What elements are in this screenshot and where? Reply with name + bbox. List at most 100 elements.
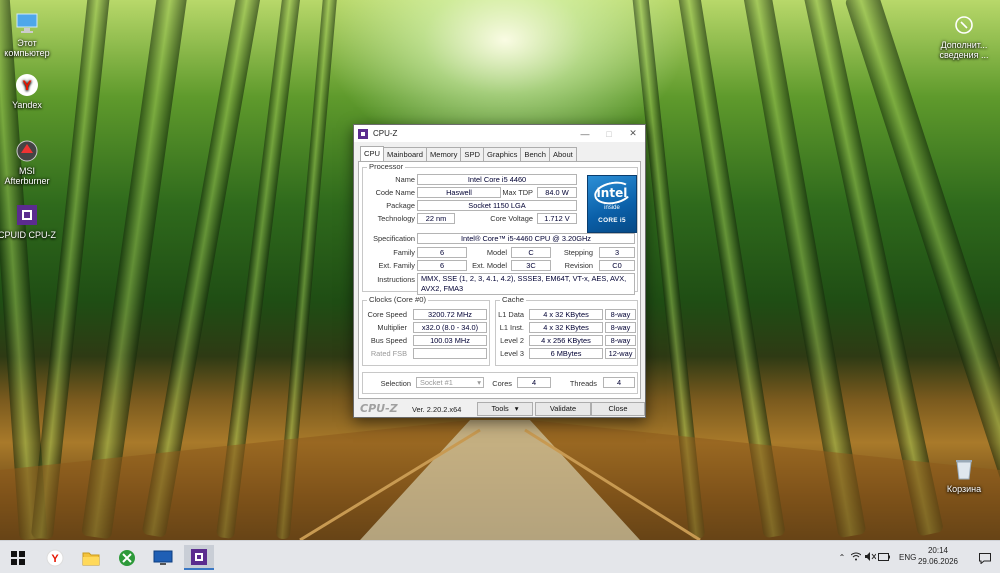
selection-label: Selection bbox=[380, 379, 411, 388]
desktop-icon-yandex[interactable]: Y Yandex bbox=[0, 72, 57, 110]
tools-button-label: Tools bbox=[491, 404, 509, 413]
level2-way: 8-way bbox=[605, 335, 636, 346]
tab-bench[interactable]: Bench bbox=[520, 147, 550, 161]
taskbar-monitor[interactable] bbox=[148, 545, 178, 570]
desktop-icon-this-pc[interactable]: Этот компьютер bbox=[0, 10, 57, 58]
intel-core-i5-logo: intel inside CORE i5 bbox=[587, 175, 637, 233]
taskbar-xbox[interactable] bbox=[112, 545, 142, 570]
cores-value: 4 bbox=[517, 377, 551, 388]
volume-muted-icon[interactable] bbox=[863, 552, 877, 563]
tab-about[interactable]: About bbox=[548, 147, 577, 161]
intel-logo-core: CORE i5 bbox=[598, 217, 626, 224]
l1-inst-way: 8-way bbox=[605, 322, 636, 333]
tools-button[interactable]: Tools ▾ bbox=[477, 402, 533, 416]
desktop-icon-msi-afterburner[interactable]: MSI Afterburner bbox=[0, 138, 57, 186]
ext-model-value: 3C bbox=[511, 260, 551, 271]
clock-time: 20:14 bbox=[927, 546, 948, 555]
family-label: Family bbox=[393, 248, 415, 257]
close-button[interactable]: Close bbox=[591, 402, 645, 416]
svg-text:Y: Y bbox=[51, 553, 59, 565]
tab-graphics[interactable]: Graphics bbox=[483, 147, 522, 161]
codename-value: Haswell bbox=[417, 187, 501, 198]
minimize-button[interactable]: — bbox=[573, 125, 597, 142]
l1-data-size: 4 x 32 KBytes bbox=[529, 309, 603, 320]
svg-text:Y: Y bbox=[22, 77, 32, 93]
close-window-button[interactable]: ✕ bbox=[621, 125, 645, 142]
system-tray: ⌃ ENG bbox=[835, 541, 916, 573]
bus-speed-label: Bus Speed bbox=[370, 336, 407, 345]
intel-logo-brand: intel bbox=[596, 186, 628, 200]
clocks-group: Clocks (Core #0) Core Speed 3200.72 MHz … bbox=[362, 295, 490, 366]
clock-date: 29.06.2026 bbox=[917, 557, 958, 566]
selection-value: Socket #1 bbox=[420, 378, 453, 387]
group-title: Clocks (Core #0) bbox=[367, 295, 428, 304]
selection-group: Selection Socket #1 ▾ Cores 4 Threads 4 bbox=[362, 372, 638, 394]
validate-button[interactable]: Validate bbox=[535, 402, 591, 416]
tab-bar: CPU Mainboard Memory SPD Graphics Bench … bbox=[360, 146, 577, 161]
stepping-value: 3 bbox=[599, 247, 635, 258]
tab-spd[interactable]: SPD bbox=[460, 147, 484, 161]
maxtdp-value: 84.0 W bbox=[537, 187, 577, 198]
notification-icon bbox=[979, 552, 991, 564]
taskbar: Y ⌃ ENG 20:14 29.06.2026 bbox=[0, 540, 1000, 573]
cores-label: Cores bbox=[492, 379, 512, 388]
maximize-button[interactable]: □ bbox=[597, 125, 621, 142]
info-icon bbox=[951, 12, 977, 38]
instructions-label: Instructions bbox=[377, 275, 415, 284]
version-text: Ver. 2.20.2.x64 bbox=[412, 405, 462, 414]
package-label: Package bbox=[386, 201, 415, 210]
specification-value: Intel® Core™ i5-4460 CPU @ 3.20GHz bbox=[417, 233, 635, 244]
l1-data-label: L1 Data bbox=[498, 310, 524, 319]
revision-value: C0 bbox=[599, 260, 635, 271]
tab-cpu[interactable]: CPU bbox=[360, 146, 385, 161]
multiplier-label: Multiplier bbox=[377, 323, 407, 332]
stepping-label: Stepping bbox=[563, 248, 593, 257]
desktop-icon-additional-info[interactable]: Дополнит... сведения ... bbox=[934, 12, 994, 60]
file-explorer-icon bbox=[82, 552, 100, 565]
l1-inst-label: L1 Inst. bbox=[499, 323, 524, 332]
computer-icon bbox=[14, 10, 40, 36]
selection-dropdown[interactable]: Socket #1 ▾ bbox=[416, 377, 484, 388]
cpu-tab-panel: Processor Name Intel Core i5 4460 Code N… bbox=[358, 161, 641, 399]
wifi-icon[interactable] bbox=[849, 552, 863, 563]
window-title: CPU-Z bbox=[373, 129, 398, 138]
ext-family-label: Ext. Family bbox=[378, 261, 415, 270]
ext-family-value: 6 bbox=[417, 260, 467, 271]
model-label: Model bbox=[486, 248, 507, 257]
taskbar-file-explorer[interactable] bbox=[76, 545, 106, 570]
chevron-down-icon: ▾ bbox=[514, 404, 519, 413]
ext-model-label: Ext. Model bbox=[472, 261, 507, 270]
name-label: Name bbox=[395, 175, 415, 184]
chevron-up-icon[interactable]: ⌃ bbox=[835, 553, 849, 562]
cpuz-icon bbox=[14, 202, 40, 228]
cpuz-icon bbox=[191, 548, 207, 565]
start-button[interactable] bbox=[3, 545, 33, 570]
window-footer: CPU-Z Ver. 2.20.2.x64 Tools ▾ Validate C… bbox=[354, 401, 645, 417]
rated-fsb-label: Rated FSB bbox=[370, 349, 407, 358]
desktop-icon-cpuz[interactable]: CPUID CPU-Z bbox=[0, 202, 57, 240]
start-icon bbox=[11, 550, 25, 565]
desktop-icon-label: Yandex bbox=[12, 100, 42, 110]
taskbar-cpuz[interactable] bbox=[184, 545, 214, 570]
clock[interactable]: 20:14 29.06.2026 bbox=[918, 545, 958, 567]
technology-value: 22 nm bbox=[417, 213, 455, 224]
desktop-icon-label: CPUID CPU-Z bbox=[0, 230, 56, 240]
desktop-icon-recycle-bin[interactable]: Корзина bbox=[934, 456, 994, 494]
specification-label: Specification bbox=[373, 234, 415, 243]
tab-mainboard[interactable]: Mainboard bbox=[383, 147, 427, 161]
window-titlebar[interactable]: CPU-Z — □ ✕ bbox=[354, 125, 645, 142]
technology-label: Technology bbox=[377, 214, 415, 223]
tab-memory[interactable]: Memory bbox=[425, 147, 462, 161]
taskbar-yandex[interactable]: Y bbox=[40, 545, 70, 570]
threads-value: 4 bbox=[603, 377, 635, 388]
core-speed-value: 3200.72 MHz bbox=[413, 309, 487, 320]
level2-size: 4 x 256 KBytes bbox=[529, 335, 603, 346]
threads-label: Threads bbox=[569, 379, 597, 388]
intel-logo-inside: inside bbox=[604, 205, 620, 211]
family-value: 6 bbox=[417, 247, 467, 258]
language-indicator[interactable]: ENG bbox=[899, 553, 916, 562]
battery-icon[interactable] bbox=[877, 552, 891, 563]
level3-size: 6 MBytes bbox=[529, 348, 603, 359]
cpuz-window[interactable]: CPU-Z — □ ✕ CPU Mainboard Memory SPD Gra… bbox=[353, 124, 646, 418]
notifications-button[interactable] bbox=[974, 547, 996, 569]
